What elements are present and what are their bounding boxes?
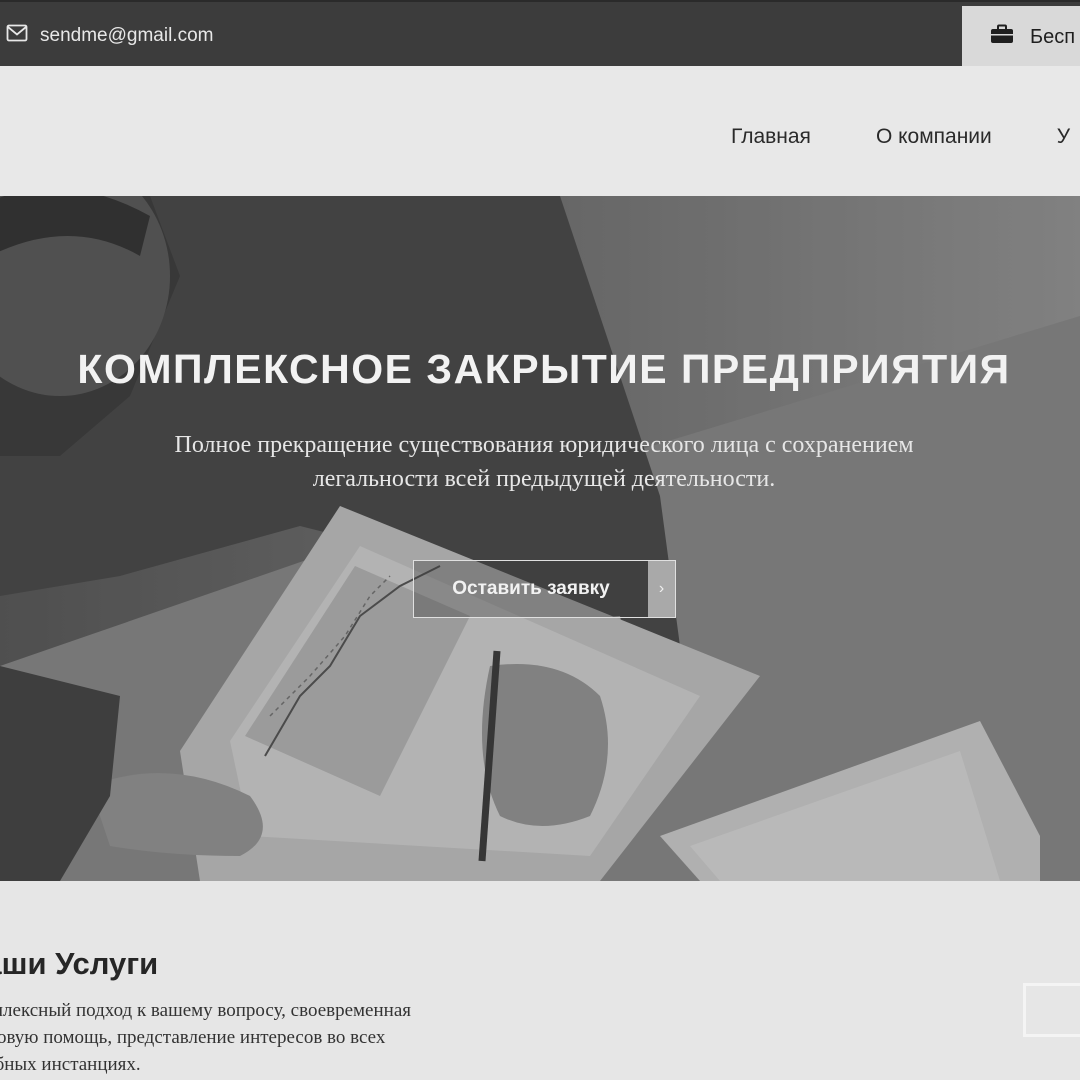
chevron-right-icon: ›	[648, 561, 675, 617]
main-nav: Главная О компании У	[731, 125, 1080, 149]
services-description: Комплексный подход к вашему вопросу, сво…	[0, 997, 480, 1078]
site-header: Главная О компании У	[0, 66, 1080, 196]
submit-request-label: Оставить заявку	[452, 578, 610, 599]
top-bar: sendme@gmail.com Бесп	[0, 0, 1080, 68]
services-text-line: судебных инстанциях.	[0, 1054, 141, 1075]
hero-title: КОМПЛЕКСНОЕ ЗАКРЫТИЕ ПРЕДПРИЯТИЯ	[77, 346, 1011, 392]
submit-request-button[interactable]: Оставить заявку ›	[413, 560, 676, 618]
free-consultation-button[interactable]: Бесп	[962, 6, 1080, 68]
briefcase-icon	[990, 24, 1014, 50]
free-button-label: Бесп	[1030, 25, 1076, 48]
services-title: Наши Услуги	[0, 946, 159, 981]
hero-background-image	[0, 196, 1080, 881]
services-side-button[interactable]	[1023, 983, 1080, 1037]
services-text-line: Комплексный подход к вашему вопросу, сво…	[0, 1000, 411, 1021]
email-text: sendme@gmail.com	[40, 25, 214, 46]
nav-item-services[interactable]: У	[1057, 125, 1070, 149]
contact-email[interactable]: sendme@gmail.com	[6, 24, 213, 48]
nav-item-home[interactable]: Главная	[731, 125, 811, 149]
services-text-line: правовую помощь, представление интересов…	[0, 1027, 386, 1048]
hero-subtitle-line: легальности всей предыдущей деятельности…	[312, 466, 776, 492]
envelope-icon	[6, 24, 28, 48]
nav-item-about[interactable]: О компании	[876, 125, 992, 149]
hero-subtitle-line: Полное прекращение существования юридиче…	[174, 432, 914, 458]
hero-banner: КОМПЛЕКСНОЕ ЗАКРЫТИЕ ПРЕДПРИЯТИЯ Полное …	[0, 196, 1080, 881]
hero-subtitle: Полное прекращение существования юридиче…	[100, 428, 988, 496]
